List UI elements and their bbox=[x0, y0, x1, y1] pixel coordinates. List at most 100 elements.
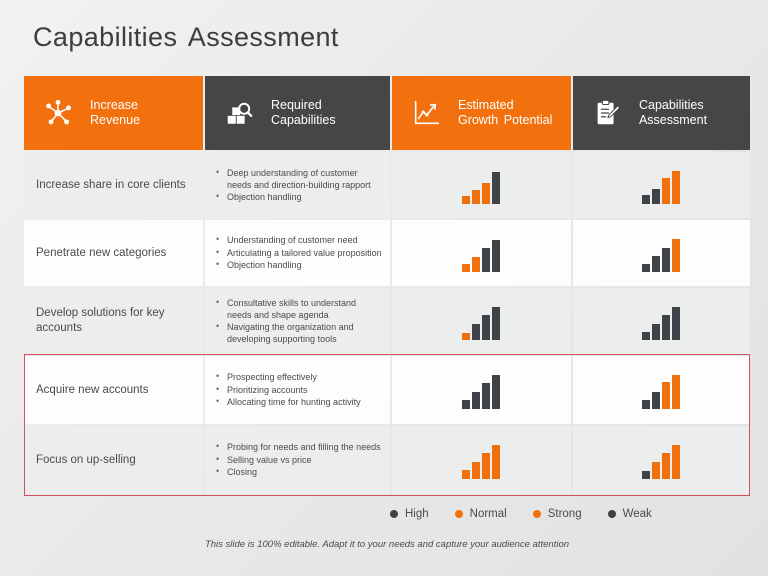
bar-chart-growth-potential bbox=[462, 166, 501, 204]
bar bbox=[672, 171, 681, 204]
list-item: Selling value vs price bbox=[215, 453, 381, 466]
bar bbox=[492, 240, 501, 272]
list-item: Allocating time for hunting activity bbox=[215, 395, 361, 408]
table-row: Acquire new accounts Prospecting effectiv… bbox=[24, 356, 750, 424]
required-capabilities-cell: Consultative skills to understand needs … bbox=[205, 288, 390, 354]
required-capabilities-cell: Understanding of customer needArticulati… bbox=[205, 220, 390, 286]
list-item: Objection handling bbox=[215, 190, 382, 203]
bar bbox=[652, 256, 661, 272]
bar bbox=[462, 196, 471, 204]
bar-chart-assessment bbox=[642, 234, 681, 272]
growth-potential-cell bbox=[391, 152, 571, 218]
bar bbox=[652, 189, 661, 204]
capabilities-assessment-cell bbox=[572, 152, 750, 218]
table-row: Penetrate new categories Understanding of… bbox=[24, 220, 750, 286]
bar bbox=[642, 332, 651, 340]
row-label-cell: Develop solutions for key accounts bbox=[24, 288, 203, 354]
table-row: Increase share in core clients Deep under… bbox=[24, 152, 750, 218]
bar-chart-assessment bbox=[642, 302, 681, 340]
capabilities-assessment-cell bbox=[572, 356, 750, 424]
legend-label: High bbox=[405, 508, 429, 520]
required-capabilities-cell: Deep understanding of customer needs and… bbox=[205, 152, 390, 218]
footnote: This slide is 100% editable. Adapt it to… bbox=[204, 539, 570, 550]
row-label: Acquire new accounts bbox=[36, 383, 149, 396]
growth-potential-cell bbox=[391, 356, 571, 424]
bar bbox=[472, 190, 481, 204]
capabilities-assessment-cell bbox=[572, 288, 750, 354]
bar bbox=[462, 400, 471, 409]
row-label-cell: Acquire new accounts bbox=[24, 356, 203, 424]
bar-chart-growth-potential bbox=[462, 234, 501, 272]
row-label-cell: Focus on up-selling bbox=[24, 426, 203, 494]
bar bbox=[672, 307, 681, 340]
bullet-list: Probing for needs and filling the needsS… bbox=[205, 440, 389, 479]
legend-dot-icon bbox=[532, 510, 541, 518]
bar bbox=[482, 453, 491, 479]
growth-potential-cell bbox=[391, 220, 571, 286]
growth-potential-cell bbox=[391, 288, 571, 354]
bar bbox=[492, 445, 501, 479]
matrix-header-cell-4[interactable]: Capabilities Assessment bbox=[572, 76, 750, 150]
bar bbox=[672, 445, 681, 479]
capabilities-matrix: Increase Revenue Required Capabilities E… bbox=[24, 76, 750, 494]
bar bbox=[492, 307, 501, 340]
bar bbox=[472, 462, 481, 479]
bar bbox=[642, 264, 651, 272]
row-label: Penetrate new categories bbox=[36, 246, 167, 259]
bar-chart-assessment bbox=[642, 166, 681, 204]
legend-item: Strong bbox=[532, 508, 582, 520]
matrix-header-cell-3[interactable]: Estimated Growth Potential bbox=[391, 76, 571, 150]
slide-canvas: Capabilities Assessment Increase Revenue… bbox=[0, 0, 768, 576]
legend: High Normal Strong Weak bbox=[390, 508, 652, 520]
bar bbox=[492, 172, 501, 204]
table-row: Develop solutions for key accounts Consul… bbox=[24, 288, 750, 354]
network-nodes-icon bbox=[38, 98, 78, 128]
bar bbox=[672, 239, 681, 272]
bar-chart-assessment bbox=[642, 441, 681, 479]
bar bbox=[662, 453, 671, 479]
bar bbox=[662, 248, 671, 272]
list-item: Navigating the organization and developi… bbox=[215, 320, 382, 345]
required-capabilities-cell: Probing for needs and filling the needsS… bbox=[205, 426, 390, 494]
matrix-header-row: Increase Revenue Required Capabilities E… bbox=[24, 76, 750, 150]
list-item: Understanding of customer need bbox=[215, 233, 382, 246]
capabilities-assessment-cell bbox=[572, 220, 750, 286]
matrix-body: Increase share in core clients Deep under… bbox=[24, 152, 750, 494]
legend-label: Strong bbox=[547, 508, 582, 520]
bullet-list: Prospecting effectivelyPrioritizing acco… bbox=[205, 370, 369, 409]
bullet-list: Deep understanding of customer needs and… bbox=[205, 166, 390, 204]
bar-chart-growth-potential bbox=[462, 371, 501, 409]
required-capabilities-cell: Prospecting effectivelyPrioritizing acco… bbox=[205, 356, 390, 424]
bar bbox=[482, 383, 491, 409]
legend-dot-icon bbox=[390, 510, 398, 518]
matrix-header-label: Estimated Growth Potential bbox=[457, 98, 553, 127]
bar bbox=[472, 324, 481, 340]
bullet-list: Consultative skills to understand needs … bbox=[205, 296, 390, 346]
bar bbox=[492, 375, 501, 409]
boxes-search-icon bbox=[219, 98, 259, 128]
legend-item: High bbox=[390, 508, 429, 520]
growth-chart-icon bbox=[406, 98, 446, 128]
list-item: Prioritizing accounts bbox=[215, 383, 361, 396]
matrix-header-cell-1[interactable]: Increase Revenue bbox=[24, 76, 203, 150]
list-item: Consultative skills to understand needs … bbox=[215, 296, 382, 321]
growth-potential-cell bbox=[391, 426, 571, 494]
bar bbox=[642, 400, 651, 409]
bar bbox=[482, 183, 491, 204]
bar bbox=[642, 471, 651, 479]
bar-chart-growth-potential bbox=[462, 441, 501, 479]
list-item: Deep understanding of customer needs and… bbox=[215, 166, 382, 191]
bar bbox=[482, 315, 491, 340]
list-item: Prospecting effectively bbox=[215, 370, 361, 383]
bar bbox=[642, 195, 651, 204]
bar-chart-growth-potential bbox=[462, 302, 501, 340]
table-row: Focus on up-selling Probing for needs and… bbox=[24, 426, 750, 494]
legend-item: Normal bbox=[454, 508, 507, 520]
bar bbox=[482, 248, 491, 272]
list-item: Objection handling bbox=[215, 258, 382, 271]
matrix-header-label: Increase Revenue bbox=[90, 98, 141, 127]
bar bbox=[652, 462, 661, 479]
matrix-header-cell-2[interactable]: Required Capabilities bbox=[205, 76, 390, 150]
legend-dot-icon bbox=[607, 510, 616, 518]
row-label-cell: Penetrate new categories bbox=[24, 220, 203, 286]
